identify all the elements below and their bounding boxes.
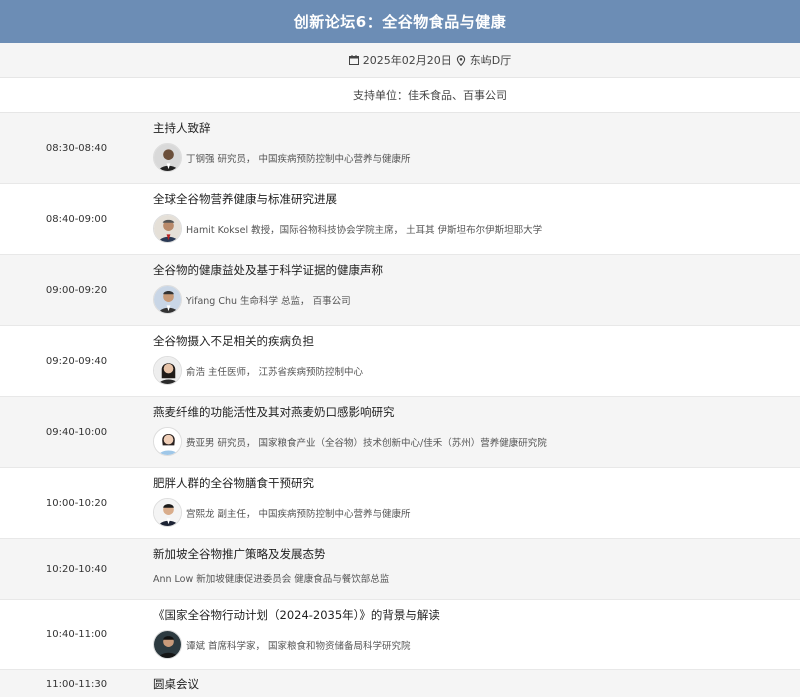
session-row: 10:00-10:20 肥胖人群的全谷物膳食干预研究 宫熙龙 副主任， 中国疾病… [0, 468, 800, 539]
speaker-info: Ann Low 新加坡健康促进委员会 健康食品与餐饮部总监 [153, 574, 390, 585]
session-row: 09:40-10:00 燕麦纤维的功能活性及其对燕麦奶口感影响研究 费亚男 研究… [0, 397, 800, 468]
speaker: Hamit Koksel 教授，国际谷物科技协会学院主席， 土耳其 伊斯坦布尔伊… [153, 214, 800, 243]
speaker-avatar [153, 285, 182, 314]
speaker-info: 费亚男 研究员， 国家粮食产业（全谷物）技术创新中心/佳禾（苏州）营养健康研究院 [186, 437, 547, 449]
speaker-info: 谭斌 首席科学家， 国家粮食和物资储备局科学研究院 [186, 640, 411, 652]
session-title: 主持人致辞 [153, 121, 211, 135]
session-time: 11:00-11:30 [45, 679, 108, 690]
speaker: 费亚男 研究员， 国家粮食产业（全谷物）技术创新中心/佳禾（苏州）营养健康研究院 [153, 427, 800, 456]
speaker-avatar [153, 630, 182, 659]
speaker-info: 丁钢强 研究员， 中国疾病预防控制中心营养与健康所 [186, 153, 411, 165]
speaker-avatar [153, 356, 182, 385]
session-time: 10:20-10:40 [45, 563, 108, 575]
session-time: 08:40-09:00 [45, 213, 108, 225]
support-units: 支持单位：佳禾食品、百事公司 [353, 89, 507, 102]
session-title: 全谷物的健康益处及基于科学证据的健康声称 [153, 263, 383, 277]
speaker: 宫熙龙 副主任， 中国疾病预防控制中心营养与健康所 [153, 498, 800, 527]
date-location-row: 2025年02月20日 东屿D厅 [0, 43, 800, 78]
speaker-avatar [153, 498, 182, 527]
session-title: 肥胖人群的全谷物膳食干预研究 [153, 476, 314, 490]
session-row: 08:30-08:40 主持人致辞 丁钢强 研究员， 中国疾病预防控制中心营养与… [0, 113, 800, 184]
speaker-avatar [153, 427, 182, 456]
session-row: 11:00-11:30 圆桌会议 [0, 670, 800, 697]
session-row: 10:40-11:00 《国家全谷物行动计划（2024-2035年）》的背景与解… [0, 600, 800, 670]
forum-title: 创新论坛6：全谷物食品与健康 [293, 13, 507, 31]
event-location: 东屿D厅 [469, 54, 512, 67]
support-row: 支持单位：佳禾食品、百事公司 [0, 78, 800, 113]
session-title: 全谷物摄入不足相关的疾病负担 [153, 334, 314, 348]
session-row: 09:00-09:20 全谷物的健康益处及基于科学证据的健康声称 Yifang … [0, 255, 800, 326]
speaker-info: 俞浩 主任医师， 江苏省疾病预防控制中心 [186, 366, 364, 378]
forum-header: 创新论坛6：全谷物食品与健康 [0, 0, 800, 43]
session-row: 09:20-09:40 全谷物摄入不足相关的疾病负担 俞浩 主任医师， 江苏省疾… [0, 326, 800, 397]
location-pin-icon [456, 54, 465, 66]
speaker-info: Yifang Chu 生命科学 总监， 百事公司 [186, 295, 351, 307]
session-time: 09:20-09:40 [45, 355, 108, 367]
session-title: 新加坡全谷物推广策略及发展态势 [153, 547, 326, 561]
speaker: Yifang Chu 生命科学 总监， 百事公司 [153, 285, 800, 314]
speaker: 丁钢强 研究员， 中国疾病预防控制中心营养与健康所 [153, 143, 800, 172]
session-row: 10:20-10:40 新加坡全谷物推广策略及发展态势 Ann Low 新加坡健… [0, 539, 800, 600]
event-date: 2025年02月20日 [362, 54, 452, 67]
session-time: 08:30-08:40 [45, 142, 108, 154]
session-time: 09:40-10:00 [45, 426, 108, 438]
session-time: 09:00-09:20 [45, 284, 108, 296]
speaker-avatar [153, 214, 182, 243]
session-title: 《国家全谷物行动计划（2024-2035年）》的背景与解读 [153, 608, 440, 622]
session-time: 10:00-10:20 [45, 497, 108, 509]
session-row: 08:40-09:00 全球全谷物营养健康与标准研究进展 Hamit Kokse… [0, 184, 800, 255]
session-title: 燕麦纤维的功能活性及其对燕麦奶口感影响研究 [153, 405, 395, 419]
session-title: 全球全谷物营养健康与标准研究进展 [153, 192, 337, 206]
session-title: 圆桌会议 [153, 677, 199, 691]
calendar-icon [348, 55, 359, 65]
speaker: 谭斌 首席科学家， 国家粮食和物资储备局科学研究院 [153, 630, 800, 659]
speaker: 俞浩 主任医师， 江苏省疾病预防控制中心 [153, 356, 800, 385]
speaker-info: Hamit Koksel 教授，国际谷物科技协会学院主席， 土耳其 伊斯坦布尔伊… [186, 224, 543, 236]
speaker-info: 宫熙龙 副主任， 中国疾病预防控制中心营养与健康所 [186, 508, 411, 520]
speaker-avatar [153, 143, 182, 172]
session-time: 10:40-11:00 [45, 629, 108, 640]
